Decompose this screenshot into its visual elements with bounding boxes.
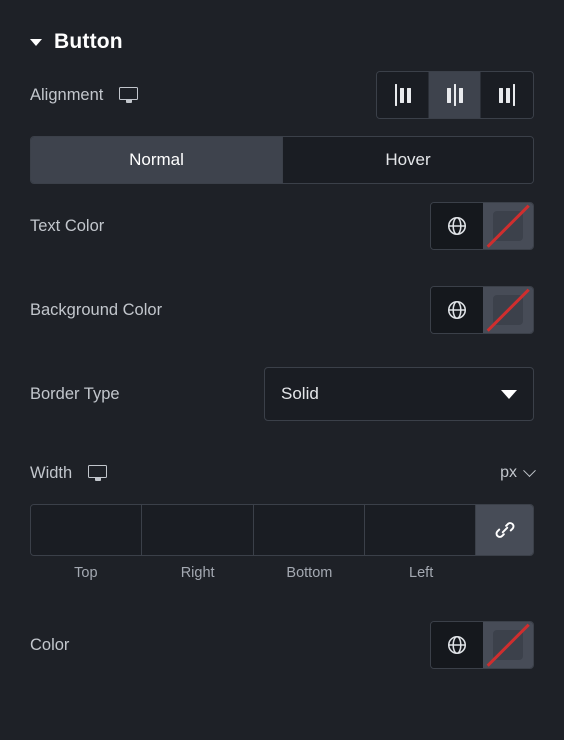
tab-normal[interactable]: Normal [31, 137, 282, 183]
row-text-color: Text Color [0, 184, 564, 268]
background-color-label: Background Color [30, 300, 163, 319]
width-right-input[interactable] [142, 505, 254, 555]
row-border-type: Border Type Solid [0, 352, 564, 436]
width-right-label: Right [180, 565, 215, 581]
color-label: Color [30, 635, 70, 654]
monitor-stand [94, 478, 101, 482]
width-label: Width [30, 463, 73, 482]
width-unit-select[interactable]: px [500, 463, 536, 482]
background-color-control [430, 286, 534, 334]
tab-hover[interactable]: Hover [282, 137, 533, 183]
row-alignment: Alignment [0, 64, 564, 126]
border-type-select[interactable]: Solid [264, 367, 534, 421]
globe-icon [447, 216, 467, 236]
text-color-label: Text Color [30, 216, 105, 235]
color-swatch-button[interactable] [483, 622, 533, 668]
page-title: Button [54, 29, 123, 53]
chevron-down-icon [30, 39, 42, 46]
align-center-icon [446, 84, 463, 106]
align-left-icon [394, 84, 411, 106]
chevron-down-icon [501, 389, 517, 399]
border-type-value: Solid [281, 384, 319, 403]
monitor-icon[interactable] [119, 87, 139, 104]
align-right-button[interactable] [481, 72, 533, 118]
width-top-input[interactable] [31, 505, 143, 555]
row-width: Width px [0, 450, 564, 496]
state-tabs-wrapper: Normal Hover [0, 136, 564, 184]
width-dimensions-wrapper: Top Right Bottom Left [0, 504, 564, 581]
text-color-control [430, 202, 534, 250]
background-color-global-button[interactable] [431, 287, 483, 333]
width-top-label: Top [74, 565, 98, 581]
alignment-label: Alignment [30, 85, 104, 104]
align-center-button[interactable] [429, 72, 481, 118]
button-style-panel: Button Alignment Normal Hover Text Color… [0, 0, 564, 740]
globe-icon [447, 300, 467, 320]
width-dimension-inputs [30, 504, 534, 556]
width-left-label: Left [409, 565, 434, 581]
background-color-swatch-button[interactable] [483, 287, 533, 333]
alignment-button-group [376, 71, 534, 119]
width-unit-value: px [500, 464, 517, 481]
chevron-down-icon [523, 463, 536, 477]
color-global-button[interactable] [431, 622, 483, 668]
row-background-color: Background Color [0, 268, 564, 352]
border-type-label: Border Type [30, 384, 120, 403]
row-color: Color [0, 603, 564, 687]
section-header-button[interactable]: Button [0, 0, 564, 62]
width-link-values-button[interactable] [476, 505, 533, 555]
width-bottom-label: Bottom [286, 565, 333, 581]
width-left-input[interactable] [364, 505, 476, 555]
width-dimension-labels: Top Right Bottom Left [30, 565, 534, 581]
align-right-icon [499, 84, 515, 106]
link-chain-icon [495, 522, 514, 538]
monitor-stand [125, 100, 132, 104]
monitor-screen [88, 465, 108, 478]
color-control [430, 621, 534, 669]
align-left-button[interactable] [377, 72, 429, 118]
state-tabs: Normal Hover [30, 136, 534, 184]
text-color-swatch-button[interactable] [483, 203, 533, 249]
monitor-screen [119, 87, 139, 100]
text-color-global-button[interactable] [431, 203, 483, 249]
width-bottom-input[interactable] [253, 505, 365, 555]
monitor-icon[interactable] [88, 465, 108, 482]
globe-icon [447, 635, 467, 655]
